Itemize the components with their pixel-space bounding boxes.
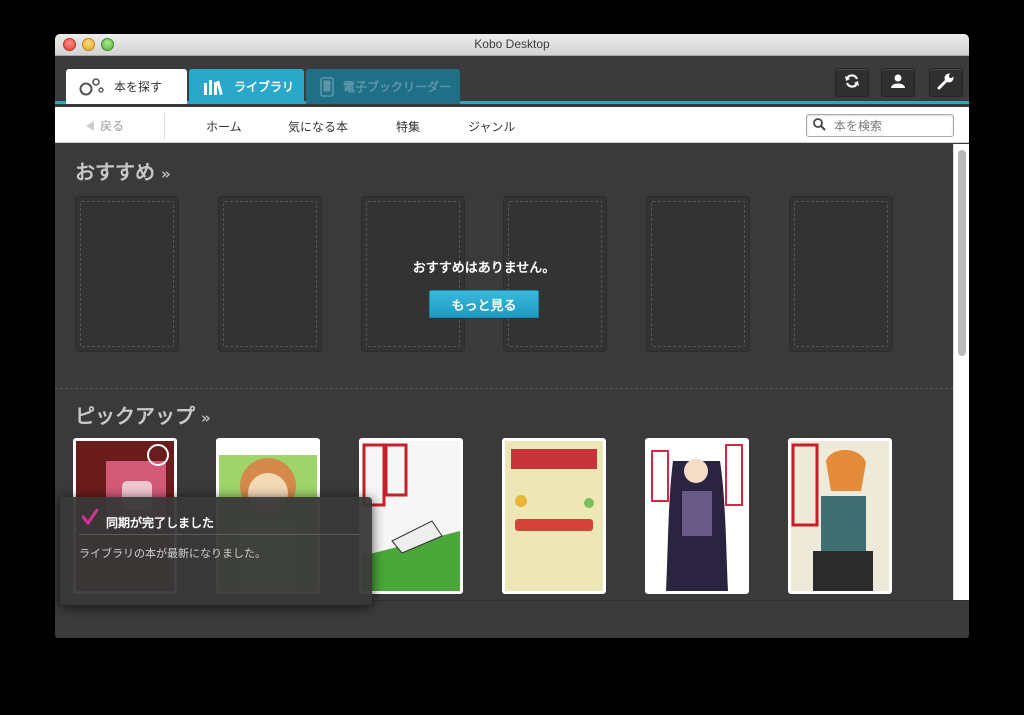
search-icon (813, 116, 826, 135)
notification-body: ライブラリの本が最新になりました。 (79, 547, 266, 560)
main-toolbar: 本を探す ライブラリ 電子ブックリーダー (55, 56, 969, 104)
tab-library-label: ライブラリ (234, 80, 295, 94)
nav-genre[interactable]: ジャンル (468, 118, 515, 135)
account-button[interactable] (881, 68, 915, 97)
tab-ereader[interactable]: 電子ブックリーダー (306, 69, 460, 104)
nav-home[interactable]: ホーム (206, 118, 242, 135)
app-window: Kobo Desktop 本を探す ライブラリ 電子ブックリーダー 戻る ホーム… (55, 34, 969, 638)
notification-title: 同期が完了しました (106, 516, 215, 530)
sync-complete-notification[interactable]: 同期が完了しました ライブラリの本が最新になりました。 (60, 497, 372, 605)
pickup-section-title[interactable]: ピックアップ » (75, 400, 211, 429)
tab-find-books-label: 本を探す (114, 80, 163, 94)
section-divider (55, 388, 953, 389)
bottom-bar (55, 600, 969, 638)
search-box[interactable] (806, 114, 954, 137)
see-more-button[interactable]: もっと見る (429, 290, 539, 318)
nav-features[interactable]: 特集 (396, 118, 420, 135)
empty-book-slot (75, 196, 179, 352)
sync-icon (844, 73, 860, 93)
scrollbar-thumb[interactable] (958, 150, 966, 356)
ereader-device-icon (320, 76, 334, 97)
window-title: Kobo Desktop (474, 37, 550, 51)
nav-wishlist[interactable]: 気になる本 (288, 118, 348, 135)
back-arrow-icon (86, 120, 94, 131)
checkmark-icon (81, 508, 99, 529)
wrench-icon (937, 72, 955, 94)
book-cover[interactable] (645, 438, 749, 594)
back-button[interactable]: 戻る (86, 117, 124, 134)
title-bar: Kobo Desktop (55, 34, 969, 56)
content-scrollbar[interactable] (953, 144, 969, 600)
user-icon (891, 73, 905, 92)
book-cover[interactable] (359, 438, 463, 594)
sync-button[interactable] (835, 68, 869, 97)
no-recommendations-message: おすすめはありません。 (412, 261, 556, 276)
pickup-title: ピックアップ (75, 404, 195, 428)
recommended-section-title[interactable]: おすすめ » (75, 156, 171, 185)
book-cover[interactable] (788, 438, 892, 594)
discover-icon (79, 77, 105, 97)
library-books-icon (203, 78, 225, 96)
notification-divider (79, 534, 359, 535)
pickup-chevron: » (201, 409, 211, 427)
settings-button[interactable] (929, 68, 963, 97)
tab-ereader-label: 電子ブックリーダー (343, 80, 452, 94)
search-input[interactable] (834, 118, 944, 133)
recommended-chevron: » (161, 165, 171, 183)
tab-find-books[interactable]: 本を探す (66, 69, 187, 104)
empty-book-slot (646, 196, 750, 352)
book-cover[interactable] (502, 438, 606, 594)
empty-book-slot (789, 196, 893, 352)
recommended-title: おすすめ (75, 160, 155, 184)
empty-book-slot (218, 196, 322, 352)
sub-navigation: 戻る ホーム 気になる本 特集 ジャンル (55, 107, 969, 143)
subnav-divider (164, 113, 165, 139)
back-label: 戻る (100, 119, 125, 133)
tab-library[interactable]: ライブラリ (189, 69, 304, 104)
